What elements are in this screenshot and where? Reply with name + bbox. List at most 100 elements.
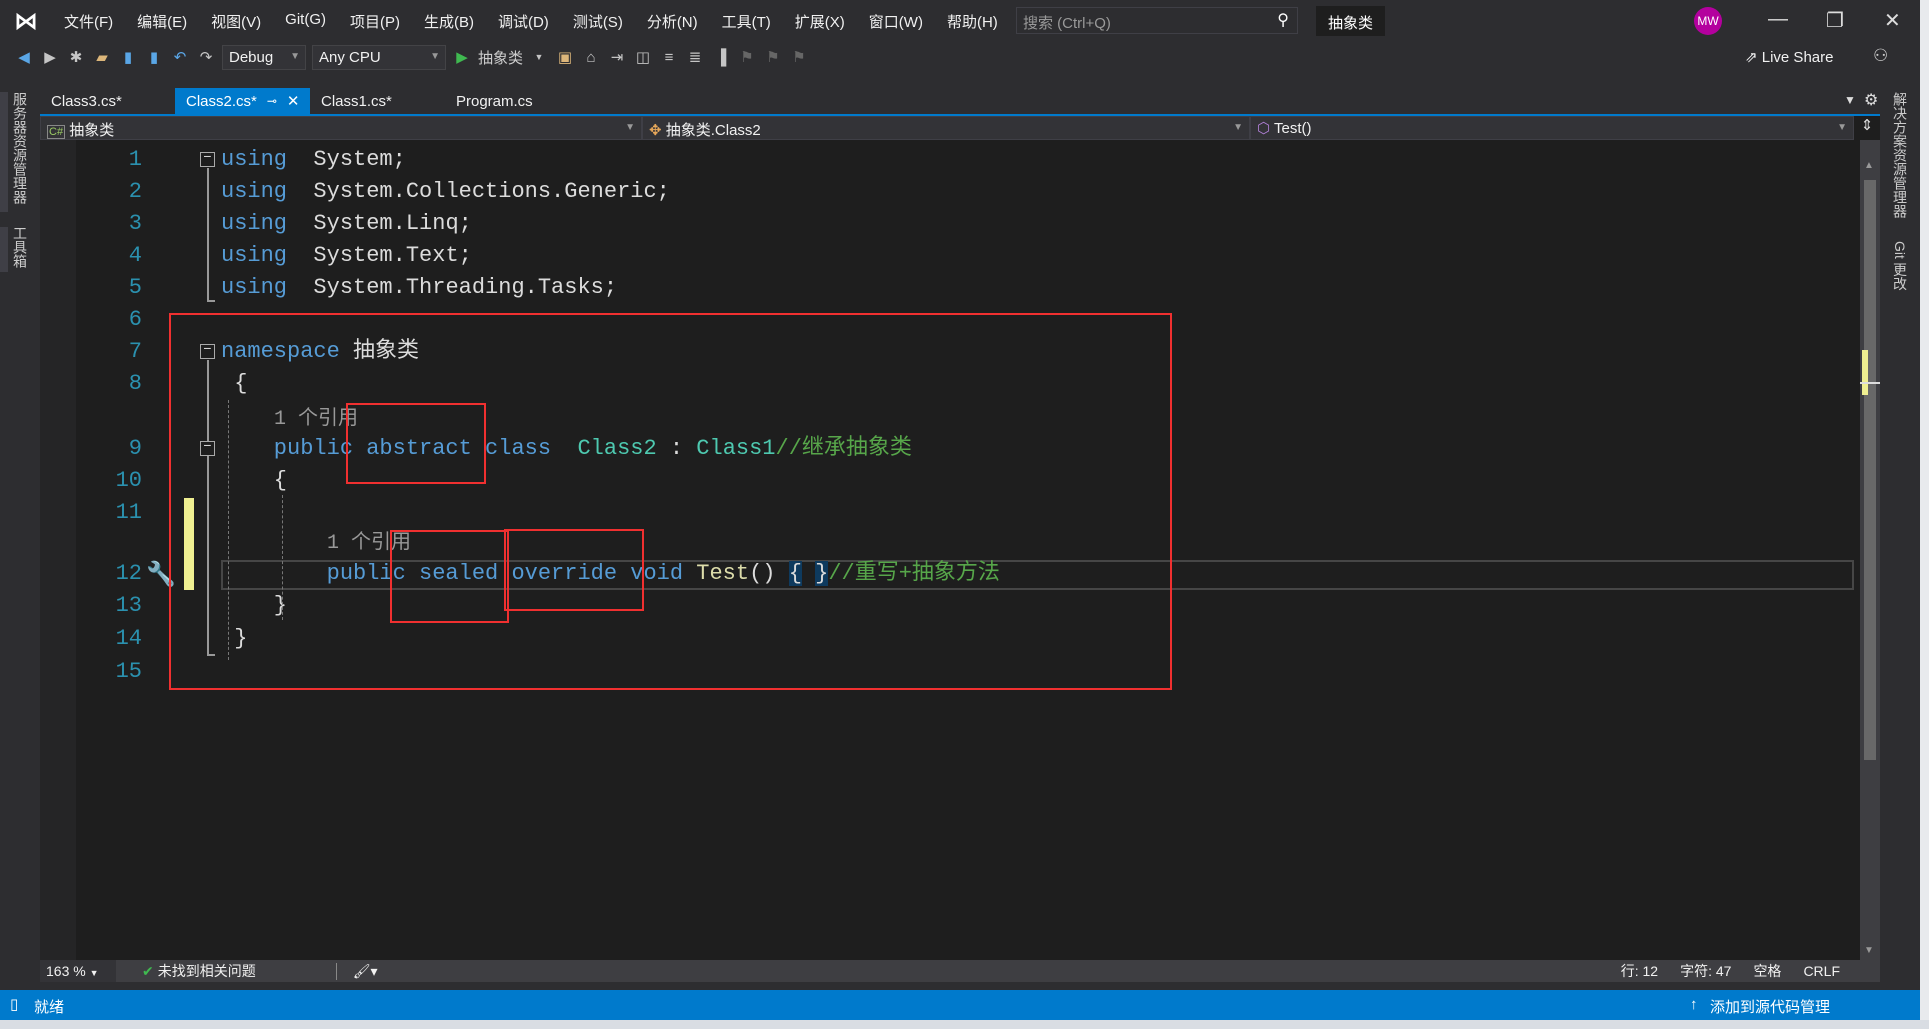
- close-button[interactable]: ✕: [1884, 8, 1901, 33]
- tab-class1cs[interactable]: Class1.cs*: [310, 88, 445, 114]
- code-line[interactable]: using System.Linq;: [221, 208, 472, 240]
- minimize-button[interactable]: —: [1768, 8, 1788, 31]
- menu-item[interactable]: 项目(P): [338, 11, 412, 32]
- chevron-down-icon[interactable]: ▼: [529, 52, 549, 62]
- menu-item[interactable]: 帮助(H): [935, 11, 1010, 32]
- zoom-select[interactable]: 163 % ▼: [40, 960, 116, 982]
- redo-icon[interactable]: ↷: [196, 48, 216, 66]
- feedback-icon[interactable]: ⚇: [1873, 46, 1888, 66]
- line-ending-indicator[interactable]: CRLF: [1803, 963, 1840, 979]
- avatar[interactable]: MW: [1694, 7, 1722, 35]
- menu-item[interactable]: 窗口(W): [857, 11, 935, 32]
- save-icon[interactable]: ▮: [118, 48, 138, 66]
- server-explorer-tab[interactable]: 服务器资源管理器: [10, 88, 30, 208]
- split-icon[interactable]: ⇕: [1854, 116, 1880, 140]
- scrollbar-thumb[interactable]: [1864, 180, 1876, 760]
- menu-item[interactable]: 调试(D): [486, 11, 561, 32]
- search-input[interactable]: 搜索 (Ctrl+Q) ⚲: [1016, 7, 1298, 34]
- code-line[interactable]: using System.Threading.Tasks;: [221, 272, 617, 304]
- type-dropdown[interactable]: ✥ 抽象类.Class2 ▼: [642, 116, 1250, 140]
- platform-select[interactable]: Any CPU ▼: [312, 44, 446, 70]
- toolbox-tab[interactable]: 工具箱: [10, 222, 30, 272]
- tab-programcs[interactable]: Program.cs: [445, 88, 595, 114]
- tab-list-dropdown-icon[interactable]: ▼: [1844, 93, 1856, 107]
- bookmark-icon[interactable]: ▐: [711, 49, 731, 66]
- tab-class2cs[interactable]: Class2.cs* ⊸ ✕: [175, 88, 310, 114]
- zoom-value: 163 %: [46, 963, 86, 979]
- code-token: using: [221, 243, 288, 268]
- code-line[interactable]: using System.Text;: [221, 240, 472, 272]
- menu-item[interactable]: 生成(B): [412, 11, 486, 32]
- menu-item[interactable]: 测试(S): [561, 11, 635, 32]
- pin-icon[interactable]: ⊸: [267, 94, 277, 108]
- line-number: 4: [128, 243, 142, 268]
- new-project-icon[interactable]: ✱: [66, 48, 86, 66]
- annotation-box-sealed: [390, 530, 509, 623]
- ready-icon: ▯: [10, 996, 19, 1013]
- search-placeholder: 搜索 (Ctrl+Q): [1023, 15, 1111, 32]
- editor-margin: [40, 140, 76, 960]
- line-number: 2: [128, 179, 142, 204]
- start-button[interactable]: 抽象类: [478, 47, 523, 68]
- close-tab-icon[interactable]: ✕: [287, 92, 300, 110]
- scroll-down-icon[interactable]: ▼: [1864, 945, 1874, 956]
- find-in-files-icon[interactable]: ▣: [555, 48, 575, 66]
- next-bookmark-icon[interactable]: ⚑: [763, 48, 783, 66]
- solution-name: 抽象类: [1316, 6, 1386, 36]
- layout-icon[interactable]: ◫: [633, 48, 653, 66]
- save-all-icon[interactable]: ▮: [144, 48, 164, 66]
- vertical-scrollbar[interactable]: ▲ ▼: [1860, 140, 1880, 960]
- code-line[interactable]: using System.Collections.Generic;: [221, 176, 670, 208]
- undo-icon[interactable]: ↶: [170, 48, 190, 66]
- menu-item[interactable]: 工具(T): [710, 11, 783, 32]
- code-token: using: [221, 179, 288, 204]
- change-marker: [1862, 350, 1868, 395]
- menu-item[interactable]: 编辑(E): [125, 11, 199, 32]
- annotation-box: [169, 313, 1172, 690]
- open-icon[interactable]: ▰: [92, 48, 112, 66]
- menu-item[interactable]: 视图(V): [199, 11, 273, 32]
- menu-item[interactable]: 文件(F): [52, 11, 125, 32]
- git-changes-tab[interactable]: Git 更改: [1890, 237, 1910, 295]
- annotation-box-abstract: [346, 403, 486, 484]
- chevron-down-icon: ▼: [430, 50, 440, 62]
- comment-icon[interactable]: ≡: [659, 49, 679, 66]
- status-bar: ▯ 就绪 ↑ 添加到源代码管理: [0, 990, 1920, 1020]
- start-icon[interactable]: ▶: [452, 48, 472, 66]
- solution-explorer-tab[interactable]: 解决方案资源管理器: [1890, 88, 1910, 222]
- collapse-icon[interactable]: −: [200, 151, 215, 167]
- live-share-button[interactable]: ⇗ Live Share: [1745, 48, 1833, 66]
- line-number: 5: [128, 275, 142, 300]
- add-to-source-control-button[interactable]: 添加到源代码管理: [1710, 996, 1830, 1017]
- title-bar: ⋈ 文件(F) 编辑(E) 视图(V) Git(G) 项目(P) 生成(B) 调试(D) 测试…: [0, 0, 1920, 42]
- line-number: 10: [115, 468, 142, 493]
- tab-label: Class2.cs*: [186, 92, 257, 110]
- gear-icon[interactable]: ⚙: [1864, 90, 1878, 110]
- scroll-up-icon[interactable]: ▲: [1864, 160, 1874, 171]
- restore-button[interactable]: ❐: [1826, 8, 1844, 33]
- menu-item[interactable]: 扩展(X): [783, 11, 857, 32]
- indent-indicator[interactable]: 空格: [1753, 961, 1781, 981]
- configuration-select[interactable]: Debug ▼: [222, 44, 306, 70]
- step-icon[interactable]: ⇥: [607, 48, 627, 66]
- cleanup-icon[interactable]: 🖌▾: [335, 962, 378, 980]
- member-dropdown[interactable]: ⬡ Test() ▼: [1250, 116, 1854, 140]
- clear-bookmark-icon[interactable]: ⚑: [789, 48, 809, 66]
- navigation-bar: C# 抽象类 ▼ ✥ 抽象类.Class2 ▼ ⬡ Test() ▼ ⇕: [40, 116, 1880, 140]
- issues-status[interactable]: 未找到相关问题: [158, 961, 256, 981]
- uncomment-icon[interactable]: ≣: [685, 48, 705, 66]
- chevron-down-icon: ▼: [290, 50, 300, 62]
- ready-status: 就绪: [34, 999, 65, 1016]
- document-tabs: Class3.cs* Class2.cs* ⊸ ✕ Class1.cs* Program.…: [40, 88, 1880, 114]
- menu-item[interactable]: Git(G): [273, 11, 338, 32]
- project-dropdown[interactable]: C# 抽象类 ▼: [40, 116, 642, 140]
- code-line[interactable]: using System;: [221, 144, 406, 176]
- tab-class3cs[interactable]: Class3.cs*: [40, 88, 175, 114]
- line-number: 15: [115, 659, 142, 684]
- live-share-label: Live Share: [1761, 49, 1834, 66]
- home-icon[interactable]: ⌂: [581, 49, 601, 66]
- prev-bookmark-icon[interactable]: ⚑: [737, 48, 757, 66]
- back-icon[interactable]: ◀: [14, 48, 34, 66]
- menu-item[interactable]: 分析(N): [635, 11, 710, 32]
- forward-icon[interactable]: ▶: [40, 48, 60, 66]
